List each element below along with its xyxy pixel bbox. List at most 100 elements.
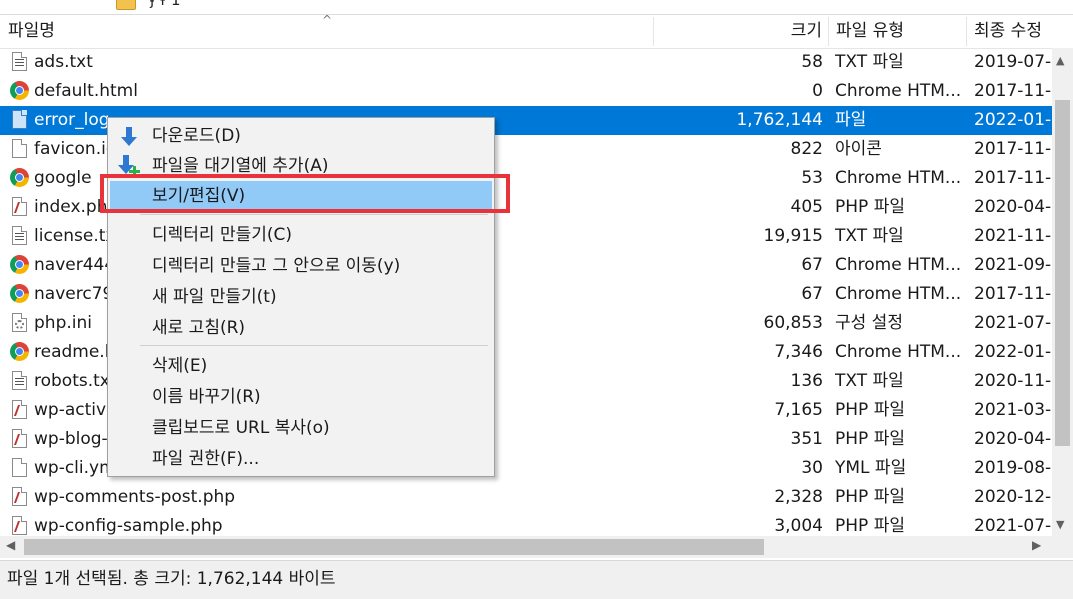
file-type: Chrome HTM... bbox=[835, 168, 960, 188]
scroll-right-icon[interactable]: ▶ bbox=[1032, 538, 1041, 552]
php-file-icon bbox=[10, 400, 30, 420]
file-row[interactable]: wp-config-sample.php 3,004 PHP 파일 2021-0… bbox=[0, 512, 1052, 536]
config-file-icon bbox=[10, 313, 30, 333]
file-type: TXT 파일 bbox=[835, 371, 904, 391]
file-type: 파일 bbox=[835, 110, 867, 130]
file-size: 67 bbox=[801, 284, 823, 304]
file-date: 2022-01- bbox=[974, 110, 1052, 130]
menu-item-new-file[interactable]: 새 파일 만들기(t) bbox=[110, 282, 492, 311]
chrome-icon bbox=[10, 81, 30, 101]
menu-item-refresh[interactable]: 새로 고침(R) bbox=[110, 313, 492, 342]
menu-item-delete[interactable]: 삭제(E) bbox=[110, 351, 492, 380]
download-icon bbox=[119, 125, 139, 147]
file-type: TXT 파일 bbox=[835, 52, 904, 72]
file-date: 2017-11- bbox=[974, 139, 1052, 159]
file-date: 2017-11- bbox=[974, 284, 1052, 304]
file-date: 2020-04- bbox=[974, 197, 1052, 217]
text-file-icon bbox=[10, 226, 30, 246]
path-strip-text: ɟ ɬ 1 bbox=[150, 0, 181, 9]
annotation-highlight-box bbox=[100, 174, 510, 213]
file-type: Chrome HTM... bbox=[835, 342, 960, 362]
horizontal-scroll-thumb[interactable] bbox=[24, 539, 764, 555]
file-size: 7,346 bbox=[774, 342, 823, 362]
menu-item-copy-url[interactable]: 클립보드로 URL 복사(o) bbox=[110, 413, 492, 442]
column-header: ^ 파일명 크기 파일 유형 최종 수정 bbox=[0, 13, 1073, 49]
file-date: 2019-08- bbox=[974, 458, 1052, 478]
file-type: Chrome HTM... bbox=[835, 81, 960, 101]
menu-item-label: 디렉터리 만들기(C) bbox=[152, 225, 293, 245]
file-name: wp-comments-post.php bbox=[34, 487, 236, 507]
file-size: 1,762,144 bbox=[736, 110, 823, 130]
menu-item-label: 삭제(E) bbox=[152, 356, 208, 376]
blank-file-icon bbox=[10, 458, 30, 478]
column-header-type[interactable]: 파일 유형 bbox=[836, 15, 962, 48]
chrome-icon bbox=[10, 255, 30, 275]
file-size: 58 bbox=[801, 52, 823, 72]
scroll-up-icon[interactable]: ▲ bbox=[1056, 54, 1064, 67]
file-size: 2,328 bbox=[774, 487, 823, 507]
file-size: 7,165 bbox=[774, 400, 823, 420]
column-divider[interactable] bbox=[966, 17, 967, 46]
file-date: 2017-11- bbox=[974, 168, 1052, 188]
file-size: 351 bbox=[790, 429, 823, 449]
chrome-icon bbox=[10, 284, 30, 304]
horizontal-scrollbar[interactable]: ◀ ▶ bbox=[0, 536, 1052, 558]
menu-item-file-permissions[interactable]: 파일 권한(F)... bbox=[110, 444, 492, 473]
file-date: 2021-07- bbox=[974, 516, 1052, 536]
file-date: 2021-11- bbox=[974, 226, 1052, 246]
menu-item-label: 디렉터리 만들고 그 안으로 이동(y) bbox=[152, 256, 401, 276]
menu-item-label: 다운로드(D) bbox=[152, 126, 241, 146]
file-size: 0 bbox=[812, 81, 823, 101]
file-date: 2020-12- bbox=[974, 487, 1052, 507]
file-type: PHP 파일 bbox=[835, 516, 905, 536]
column-divider[interactable] bbox=[653, 17, 654, 46]
scrollbar-corner bbox=[1052, 536, 1073, 558]
menu-item-rename[interactable]: 이름 바꾸기(R) bbox=[110, 382, 492, 411]
file-row[interactable]: ads.txt 58 TXT 파일 2019-07- bbox=[0, 48, 1052, 77]
blank-file-icon bbox=[10, 139, 30, 159]
file-type: PHP 파일 bbox=[835, 197, 905, 217]
file-row[interactable]: default.html 0 Chrome HTM... 2017-11- bbox=[0, 77, 1052, 106]
file-name: wp-config-sample.php bbox=[34, 516, 223, 536]
file-size: 19,915 bbox=[763, 226, 823, 246]
vertical-scroll-thumb[interactable] bbox=[1055, 100, 1070, 446]
menu-item-label: 이름 바꾸기(R) bbox=[152, 387, 261, 407]
file-size: 3,004 bbox=[774, 516, 823, 536]
file-size: 822 bbox=[790, 139, 823, 159]
file-date: 2020-04- bbox=[974, 429, 1052, 449]
column-header-size[interactable]: 크기 bbox=[660, 15, 822, 48]
file-date: 2017-11- bbox=[974, 81, 1052, 101]
menu-item-download[interactable]: 다운로드(D) bbox=[110, 121, 492, 150]
status-bar: 파일 1개 선택됨. 총 크기: 1,762,144 바이트 bbox=[0, 560, 1073, 599]
menu-item-label: 새 파일 만들기(t) bbox=[152, 287, 277, 307]
blank-file-icon bbox=[10, 110, 30, 130]
file-size: 30 bbox=[801, 458, 823, 478]
file-type: 구성 설정 bbox=[835, 313, 903, 333]
file-size: 67 bbox=[801, 255, 823, 275]
menu-item-label: 파일 권한(F)... bbox=[152, 449, 260, 469]
chrome-icon bbox=[10, 168, 30, 188]
text-file-icon bbox=[10, 371, 30, 391]
scroll-down-icon[interactable]: ▼ bbox=[1056, 518, 1064, 531]
php-file-icon bbox=[10, 487, 30, 507]
menu-item-create-directory-enter[interactable]: 디렉터리 만들고 그 안으로 이동(y) bbox=[110, 251, 492, 280]
menu-item-create-directory[interactable]: 디렉터리 만들기(C) bbox=[110, 220, 492, 249]
column-header-name[interactable]: 파일명 bbox=[8, 15, 648, 48]
column-divider[interactable] bbox=[828, 17, 829, 46]
php-file-icon bbox=[10, 429, 30, 449]
text-file-icon bbox=[10, 52, 30, 72]
file-size: 60,853 bbox=[763, 313, 823, 333]
scroll-left-icon[interactable]: ◀ bbox=[6, 538, 15, 552]
file-name: default.html bbox=[34, 81, 138, 101]
file-type: PHP 파일 bbox=[835, 429, 905, 449]
menu-separator bbox=[140, 214, 488, 215]
context-menu: 다운로드(D) 파일을 대기열에 추가(A) 보기/편집(V) 디렉터리 만들기… bbox=[107, 117, 495, 477]
php-file-icon bbox=[10, 516, 30, 536]
file-type: Chrome HTM... bbox=[835, 255, 960, 275]
menu-separator bbox=[140, 345, 488, 346]
vertical-scrollbar[interactable]: ▲ ▼ bbox=[1052, 48, 1073, 536]
file-date: 2021-07- bbox=[974, 313, 1052, 333]
file-row[interactable]: wp-comments-post.php 2,328 PHP 파일 2020-1… bbox=[0, 483, 1052, 512]
folder-icon bbox=[116, 0, 136, 10]
column-header-modified[interactable]: 최종 수정 bbox=[974, 15, 1073, 48]
